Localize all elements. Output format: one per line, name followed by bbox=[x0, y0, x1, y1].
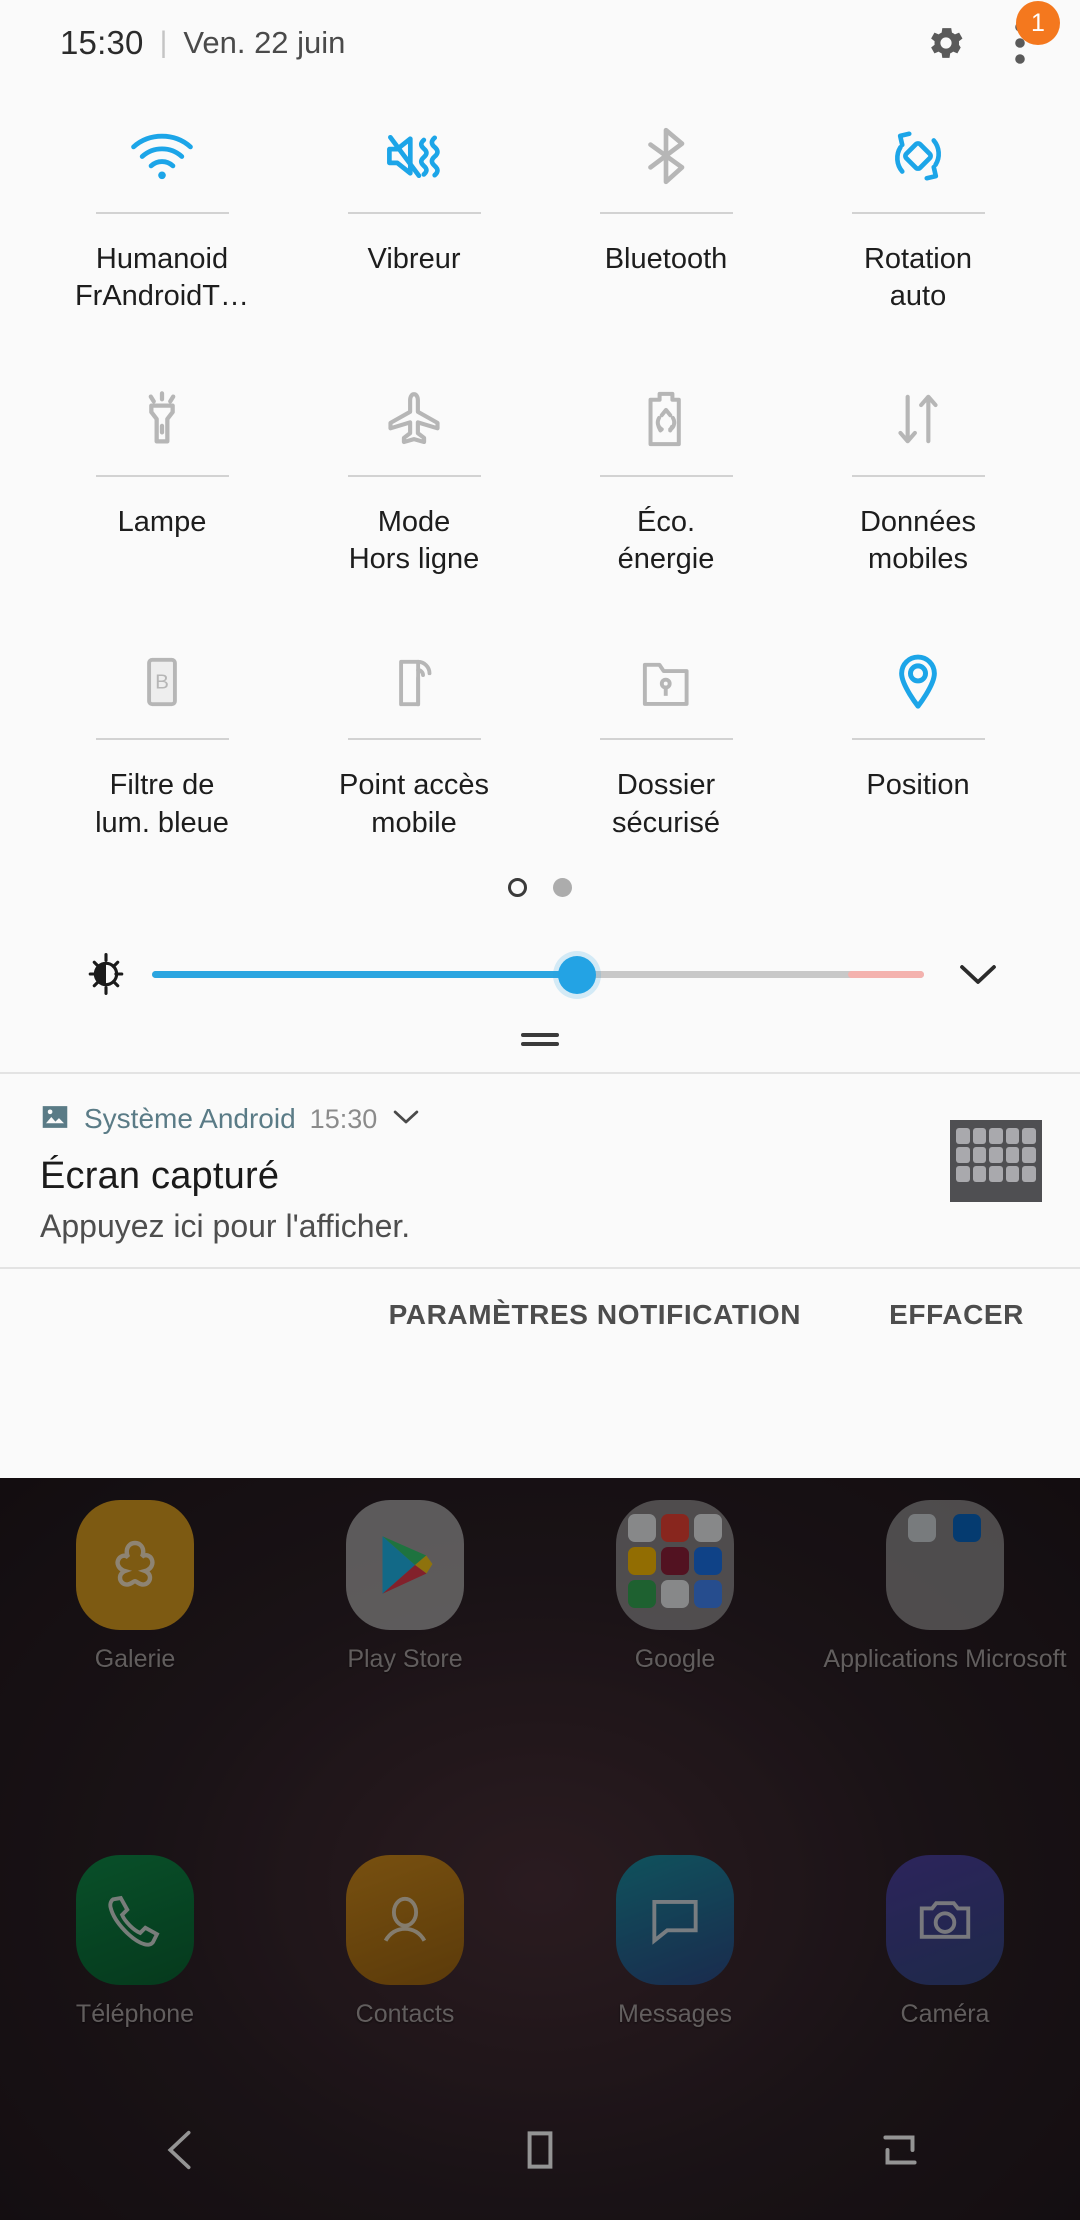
notification-app-name: Système Android bbox=[84, 1103, 296, 1135]
notification-item[interactable]: Système Android 15:30 Écran capturé Appu… bbox=[0, 1073, 1080, 1267]
tile-divider bbox=[851, 475, 985, 478]
power-saving-icon bbox=[642, 367, 690, 471]
tile-row-2: Lampe Mode Hors ligne Éco. énergie Donné… bbox=[36, 349, 1044, 578]
chevron-down-icon[interactable] bbox=[946, 957, 1010, 991]
screen: Galerie Play Store Google Applications M… bbox=[0, 0, 1080, 2220]
slider-fill bbox=[152, 970, 577, 978]
tile-label: Dossier sécurisé bbox=[612, 769, 720, 839]
tile-label: Éco. énergie bbox=[617, 506, 715, 576]
tile-divider bbox=[599, 475, 733, 478]
tile-divider bbox=[95, 475, 229, 478]
tile-label: Rotation auto bbox=[863, 243, 972, 313]
notification-actions: PARAMÈTRES NOTIFICATION EFFACER bbox=[0, 1268, 1080, 1361]
notification-settings-button[interactable]: PARAMÈTRES NOTIFICATION bbox=[389, 1299, 802, 1331]
notification-body: Appuyez ici pour l'afficher. bbox=[40, 1207, 411, 1244]
clear-notifications-button[interactable]: EFFACER bbox=[889, 1299, 1024, 1331]
mobile-data-icon bbox=[889, 367, 947, 471]
tile-divider bbox=[95, 738, 229, 741]
tile-label: Mode Hors ligne bbox=[348, 506, 480, 576]
tile-rotation-auto[interactable]: Rotation auto bbox=[792, 86, 1044, 315]
tile-divider bbox=[599, 212, 733, 214]
tile-airplane-mode[interactable]: Mode Hors ligne bbox=[288, 349, 540, 578]
tile-label: Filtre de lum. bleue bbox=[95, 769, 229, 839]
overflow-menu-icon[interactable]: 1 bbox=[996, 1, 1060, 71]
status-date: Ven. 22 juin bbox=[183, 25, 346, 60]
tile-label: Position bbox=[866, 769, 970, 802]
notification-time: 15:30 bbox=[309, 1103, 378, 1134]
tile-location[interactable]: Position bbox=[792, 612, 1044, 841]
tile-vibrate[interactable]: Vibreur bbox=[288, 86, 540, 315]
tile-label: Vibreur bbox=[367, 243, 461, 275]
tile-row-3: B Filtre de lum. bleue Point accès mobil… bbox=[36, 612, 1044, 841]
slider-track-warning bbox=[848, 970, 924, 978]
slider-knob[interactable] bbox=[557, 955, 596, 994]
image-icon bbox=[40, 1102, 70, 1137]
tile-wifi[interactable]: Humanoid FrAndroidT… bbox=[36, 86, 288, 315]
tile-mobile-hotspot[interactable]: Point accès mobile bbox=[288, 612, 540, 841]
tile-divider bbox=[347, 738, 481, 741]
quick-settings-tiles: Humanoid FrAndroidT… Vibreur Bluetooth R… bbox=[0, 86, 1080, 1046]
tile-divider bbox=[347, 475, 481, 478]
bluetooth-icon bbox=[640, 104, 692, 208]
notification-header: Système Android 15:30 bbox=[40, 1102, 1044, 1137]
page-indicator[interactable] bbox=[36, 877, 1044, 897]
tile-bluetooth[interactable]: Bluetooth bbox=[540, 86, 792, 315]
page-dot-1[interactable] bbox=[508, 877, 527, 897]
gear-icon[interactable] bbox=[918, 15, 974, 71]
tile-divider bbox=[347, 212, 481, 214]
tile-divider bbox=[851, 738, 985, 741]
wifi-icon bbox=[129, 104, 195, 208]
flashlight-icon bbox=[135, 367, 189, 471]
mobile-hotspot-icon bbox=[388, 630, 440, 734]
location-pin-icon bbox=[892, 630, 944, 734]
airplane-icon bbox=[383, 367, 445, 471]
tile-divider bbox=[599, 738, 733, 741]
tile-row-1: Humanoid FrAndroidT… Vibreur Bluetooth R… bbox=[36, 86, 1044, 315]
tile-mobile-data[interactable]: Données mobiles bbox=[792, 349, 1044, 578]
tile-label: Données mobiles bbox=[859, 506, 977, 576]
tile-power-saving[interactable]: Éco. énergie bbox=[540, 349, 792, 578]
brightness-row bbox=[36, 939, 1044, 1009]
tile-label: Humanoid FrAndroidT… bbox=[74, 243, 250, 313]
screenshot-thumbnail[interactable] bbox=[950, 1119, 1042, 1202]
quick-settings-panel: 15:30 | Ven. 22 juin 1 Humanoid FrAndroi… bbox=[0, 0, 1080, 1478]
tile-divider bbox=[95, 212, 229, 214]
tile-label: Bluetooth bbox=[604, 243, 728, 275]
tile-divider bbox=[851, 212, 985, 214]
tile-flashlight[interactable]: Lampe bbox=[36, 349, 288, 578]
tile-label: Point accès mobile bbox=[339, 769, 489, 839]
blue-light-filter-icon: B bbox=[138, 630, 186, 734]
brightness-icon bbox=[70, 952, 142, 996]
tile-blue-light-filter[interactable]: B Filtre de lum. bleue bbox=[36, 612, 288, 841]
status-time: 15:30 bbox=[60, 24, 144, 61]
notification-title: Écran capturé bbox=[40, 1154, 280, 1197]
notification-count-badge: 1 bbox=[1016, 1, 1060, 45]
brightness-slider[interactable] bbox=[152, 939, 924, 1009]
tile-label: Lampe bbox=[117, 506, 207, 539]
vibrate-icon bbox=[382, 104, 446, 208]
status-separator: | bbox=[159, 26, 168, 59]
rotation-auto-icon bbox=[887, 104, 949, 208]
status-bar: 15:30 | Ven. 22 juin 1 bbox=[0, 0, 1080, 86]
chevron-down-icon[interactable] bbox=[391, 1106, 421, 1133]
secure-folder-icon bbox=[636, 630, 696, 734]
panel-drag-handle[interactable] bbox=[36, 1032, 1044, 1046]
svg-text:B: B bbox=[155, 671, 169, 694]
tile-secure-folder[interactable]: Dossier sécurisé bbox=[540, 612, 792, 841]
page-dot-2[interactable] bbox=[553, 877, 572, 897]
